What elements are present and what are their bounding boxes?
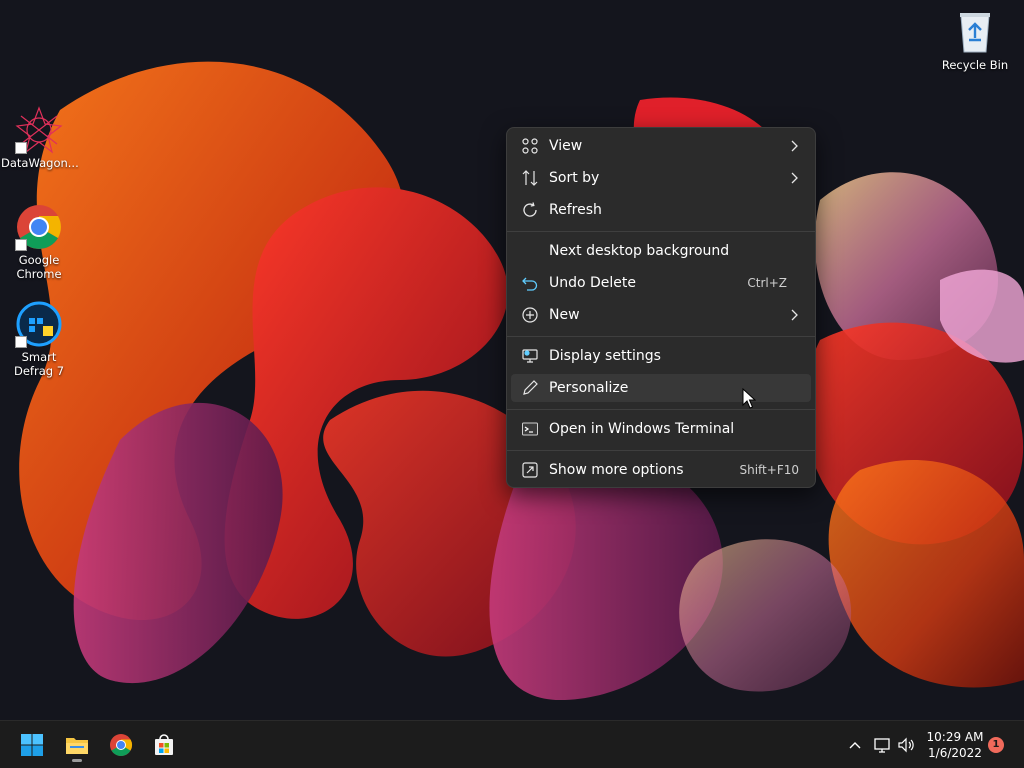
- menu-item-label: Open in Windows Terminal: [549, 421, 735, 437]
- menu-separator: [507, 231, 815, 232]
- menu-separator: [507, 336, 815, 337]
- clock[interactable]: 10:29 AM 1/6/2022: [922, 729, 988, 761]
- mouse-cursor-icon: [742, 388, 756, 409]
- smart-defrag-icon: [15, 300, 63, 348]
- menu-item-personalize[interactable]: Personalize: [511, 374, 811, 402]
- chrome-taskbar-button[interactable]: [103, 727, 139, 763]
- chevron-right-icon: [791, 309, 798, 321]
- menu-item-label: Sort by: [549, 170, 600, 186]
- menu-item-next-desktop-background[interactable]: Next desktop background: [511, 237, 811, 265]
- chevron-right-icon: [791, 140, 798, 152]
- notification-badge[interactable]: 1: [988, 737, 1004, 753]
- recycle-bin-icon: [951, 8, 999, 56]
- menu-item-shortcut: Shift+F10: [739, 463, 799, 477]
- menu-item-label: New: [549, 307, 580, 323]
- clock-date: 1/6/2022: [928, 746, 982, 760]
- menu-separator: [507, 409, 815, 410]
- terminal-icon: [522, 422, 538, 436]
- pencil-icon: [523, 380, 538, 395]
- desktop-icon-datawagon[interactable]: DataWagon...: [1, 106, 79, 170]
- menu-item-show-more-options[interactable]: Show more options Shift+F10: [511, 456, 811, 484]
- menu-item-display-settings[interactable]: Display settings: [511, 342, 811, 370]
- desktop-context-menu: View Sort by Refresh Next desktop backgr…: [506, 127, 816, 488]
- menu-item-shortcut: Ctrl+Z: [747, 276, 787, 290]
- desktop-icon-label: Google Chrome: [16, 253, 62, 281]
- start-icon: [21, 734, 43, 756]
- volume-icon[interactable]: [896, 735, 916, 755]
- menu-item-label: Next desktop background: [549, 243, 730, 259]
- share-icon: [522, 462, 538, 478]
- menu-item-label: Display settings: [549, 348, 661, 364]
- shortcut-arrow-icon: [15, 142, 27, 154]
- menu-item-refresh[interactable]: Refresh: [511, 196, 811, 224]
- menu-item-label: View: [549, 138, 583, 154]
- sort-icon: [522, 170, 538, 186]
- menu-item-label: Refresh: [549, 202, 602, 218]
- desktop-icon-label: Smart Defrag 7: [13, 350, 65, 378]
- store-button[interactable]: [146, 727, 182, 763]
- file-explorer-icon: [66, 738, 88, 754]
- desktop[interactable]: DataWagon... Google Chrome Smart Defrag …: [0, 0, 1024, 768]
- store-icon: [155, 734, 173, 755]
- desktop-icon-recycle-bin[interactable]: Recycle Bin: [937, 8, 1013, 72]
- file-explorer-button[interactable]: [59, 727, 95, 763]
- menu-item-open-in-windows-terminal[interactable]: Open in Windows Terminal: [511, 415, 811, 443]
- desktop-icon-label: DataWagon...: [1, 156, 79, 170]
- chevron-right-icon: [791, 172, 798, 184]
- menu-item-view[interactable]: View: [511, 132, 811, 160]
- menu-item-label: Personalize: [549, 380, 629, 396]
- plus-circle-icon: [522, 307, 538, 323]
- chrome-icon: [15, 203, 63, 251]
- desktop-icon-google-chrome[interactable]: Google Chrome: [1, 203, 77, 281]
- chrome-icon: [110, 734, 132, 756]
- running-indicator: [72, 759, 82, 762]
- taskbar: 10:29 AM 1/6/2022 1: [0, 720, 1024, 768]
- menu-separator: [507, 450, 815, 451]
- undo-icon: [522, 277, 538, 291]
- grid-icon: [522, 138, 538, 154]
- start-button[interactable]: [14, 727, 50, 763]
- clock-time: 10:29 AM: [926, 730, 984, 744]
- menu-item-new[interactable]: New: [511, 301, 811, 329]
- menu-item-label: Undo Delete: [549, 275, 637, 291]
- display-icon: [522, 349, 538, 363]
- chevron-up-icon[interactable]: [845, 735, 865, 755]
- datawagon-icon: [15, 106, 63, 154]
- menu-item-label: Show more options: [549, 462, 684, 478]
- desktop-icon-smart-defrag[interactable]: Smart Defrag 7: [1, 300, 77, 378]
- refresh-icon: [523, 202, 537, 217]
- menu-item-sort-by[interactable]: Sort by: [511, 164, 811, 192]
- network-icon[interactable]: [872, 735, 892, 755]
- shortcut-arrow-icon: [15, 336, 27, 348]
- desktop-icon-label: Recycle Bin: [941, 58, 1009, 72]
- menu-item-undo-delete[interactable]: Undo Delete Ctrl+Z: [511, 269, 811, 297]
- shortcut-arrow-icon: [15, 239, 27, 251]
